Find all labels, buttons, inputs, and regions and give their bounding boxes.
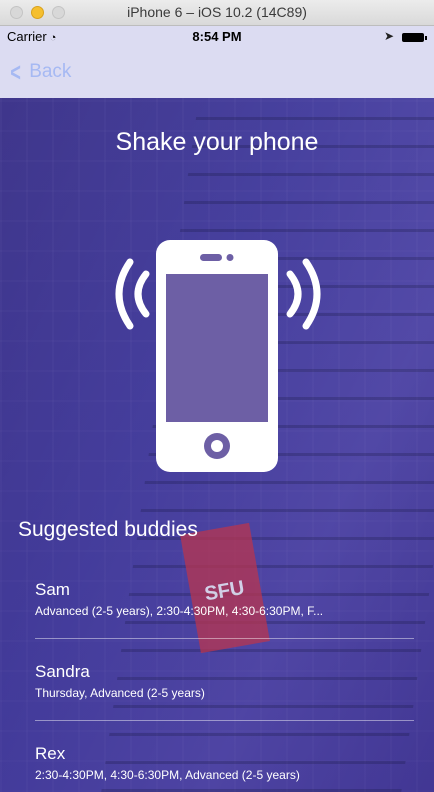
status-bar: Carrier ◔ 8:54 PM ➤ xyxy=(0,26,434,48)
back-label: Back xyxy=(29,61,72,82)
buddy-item-rex[interactable]: Rex 2:30-4:30PM, 4:30-6:30PM, Advanced (… xyxy=(35,744,415,792)
buddy-name: Sandra xyxy=(35,662,90,681)
shake-screen: SFU Shake your phone Suggested buddies S… xyxy=(0,98,434,792)
simulator-titlebar: iPhone 6 – iOS 10.2 (14C89) xyxy=(0,0,434,26)
navigation-bar: < Back xyxy=(0,48,434,98)
location-arrow-icon: ➤ xyxy=(383,29,394,43)
buddy-detail: 2:30-4:30PM, 4:30-6:30PM, Advanced (2-5 … xyxy=(35,768,300,782)
chevron-left-icon: < xyxy=(10,57,21,87)
buddy-detail: Advanced (2-5 years), 2:30-4:30PM, 4:30-… xyxy=(35,604,324,618)
buddy-detail: Thursday, Advanced (2-5 years) xyxy=(35,686,205,700)
back-button[interactable]: < Back xyxy=(8,57,72,87)
buddy-name: Rex xyxy=(35,744,66,763)
page-title: Shake your phone xyxy=(115,128,319,156)
shake-phone-icon xyxy=(108,240,328,476)
suggested-buddies-heading: Suggested buddies xyxy=(18,518,198,541)
buddy-item-sandra[interactable]: Sandra Thursday, Advanced (2-5 years) xyxy=(35,662,415,746)
divider xyxy=(35,720,414,721)
status-time: 8:54 PM xyxy=(192,29,242,44)
divider xyxy=(35,638,414,639)
simulator-title: iPhone 6 – iOS 10.2 (14C89) xyxy=(127,4,307,20)
shake-phone-graphic xyxy=(115,240,321,472)
battery-icon xyxy=(402,33,427,42)
buddy-name: Sam xyxy=(35,580,70,599)
buddy-item-sam[interactable]: Sam Advanced (2-5 years), 2:30-4:30PM, 4… xyxy=(35,580,415,664)
